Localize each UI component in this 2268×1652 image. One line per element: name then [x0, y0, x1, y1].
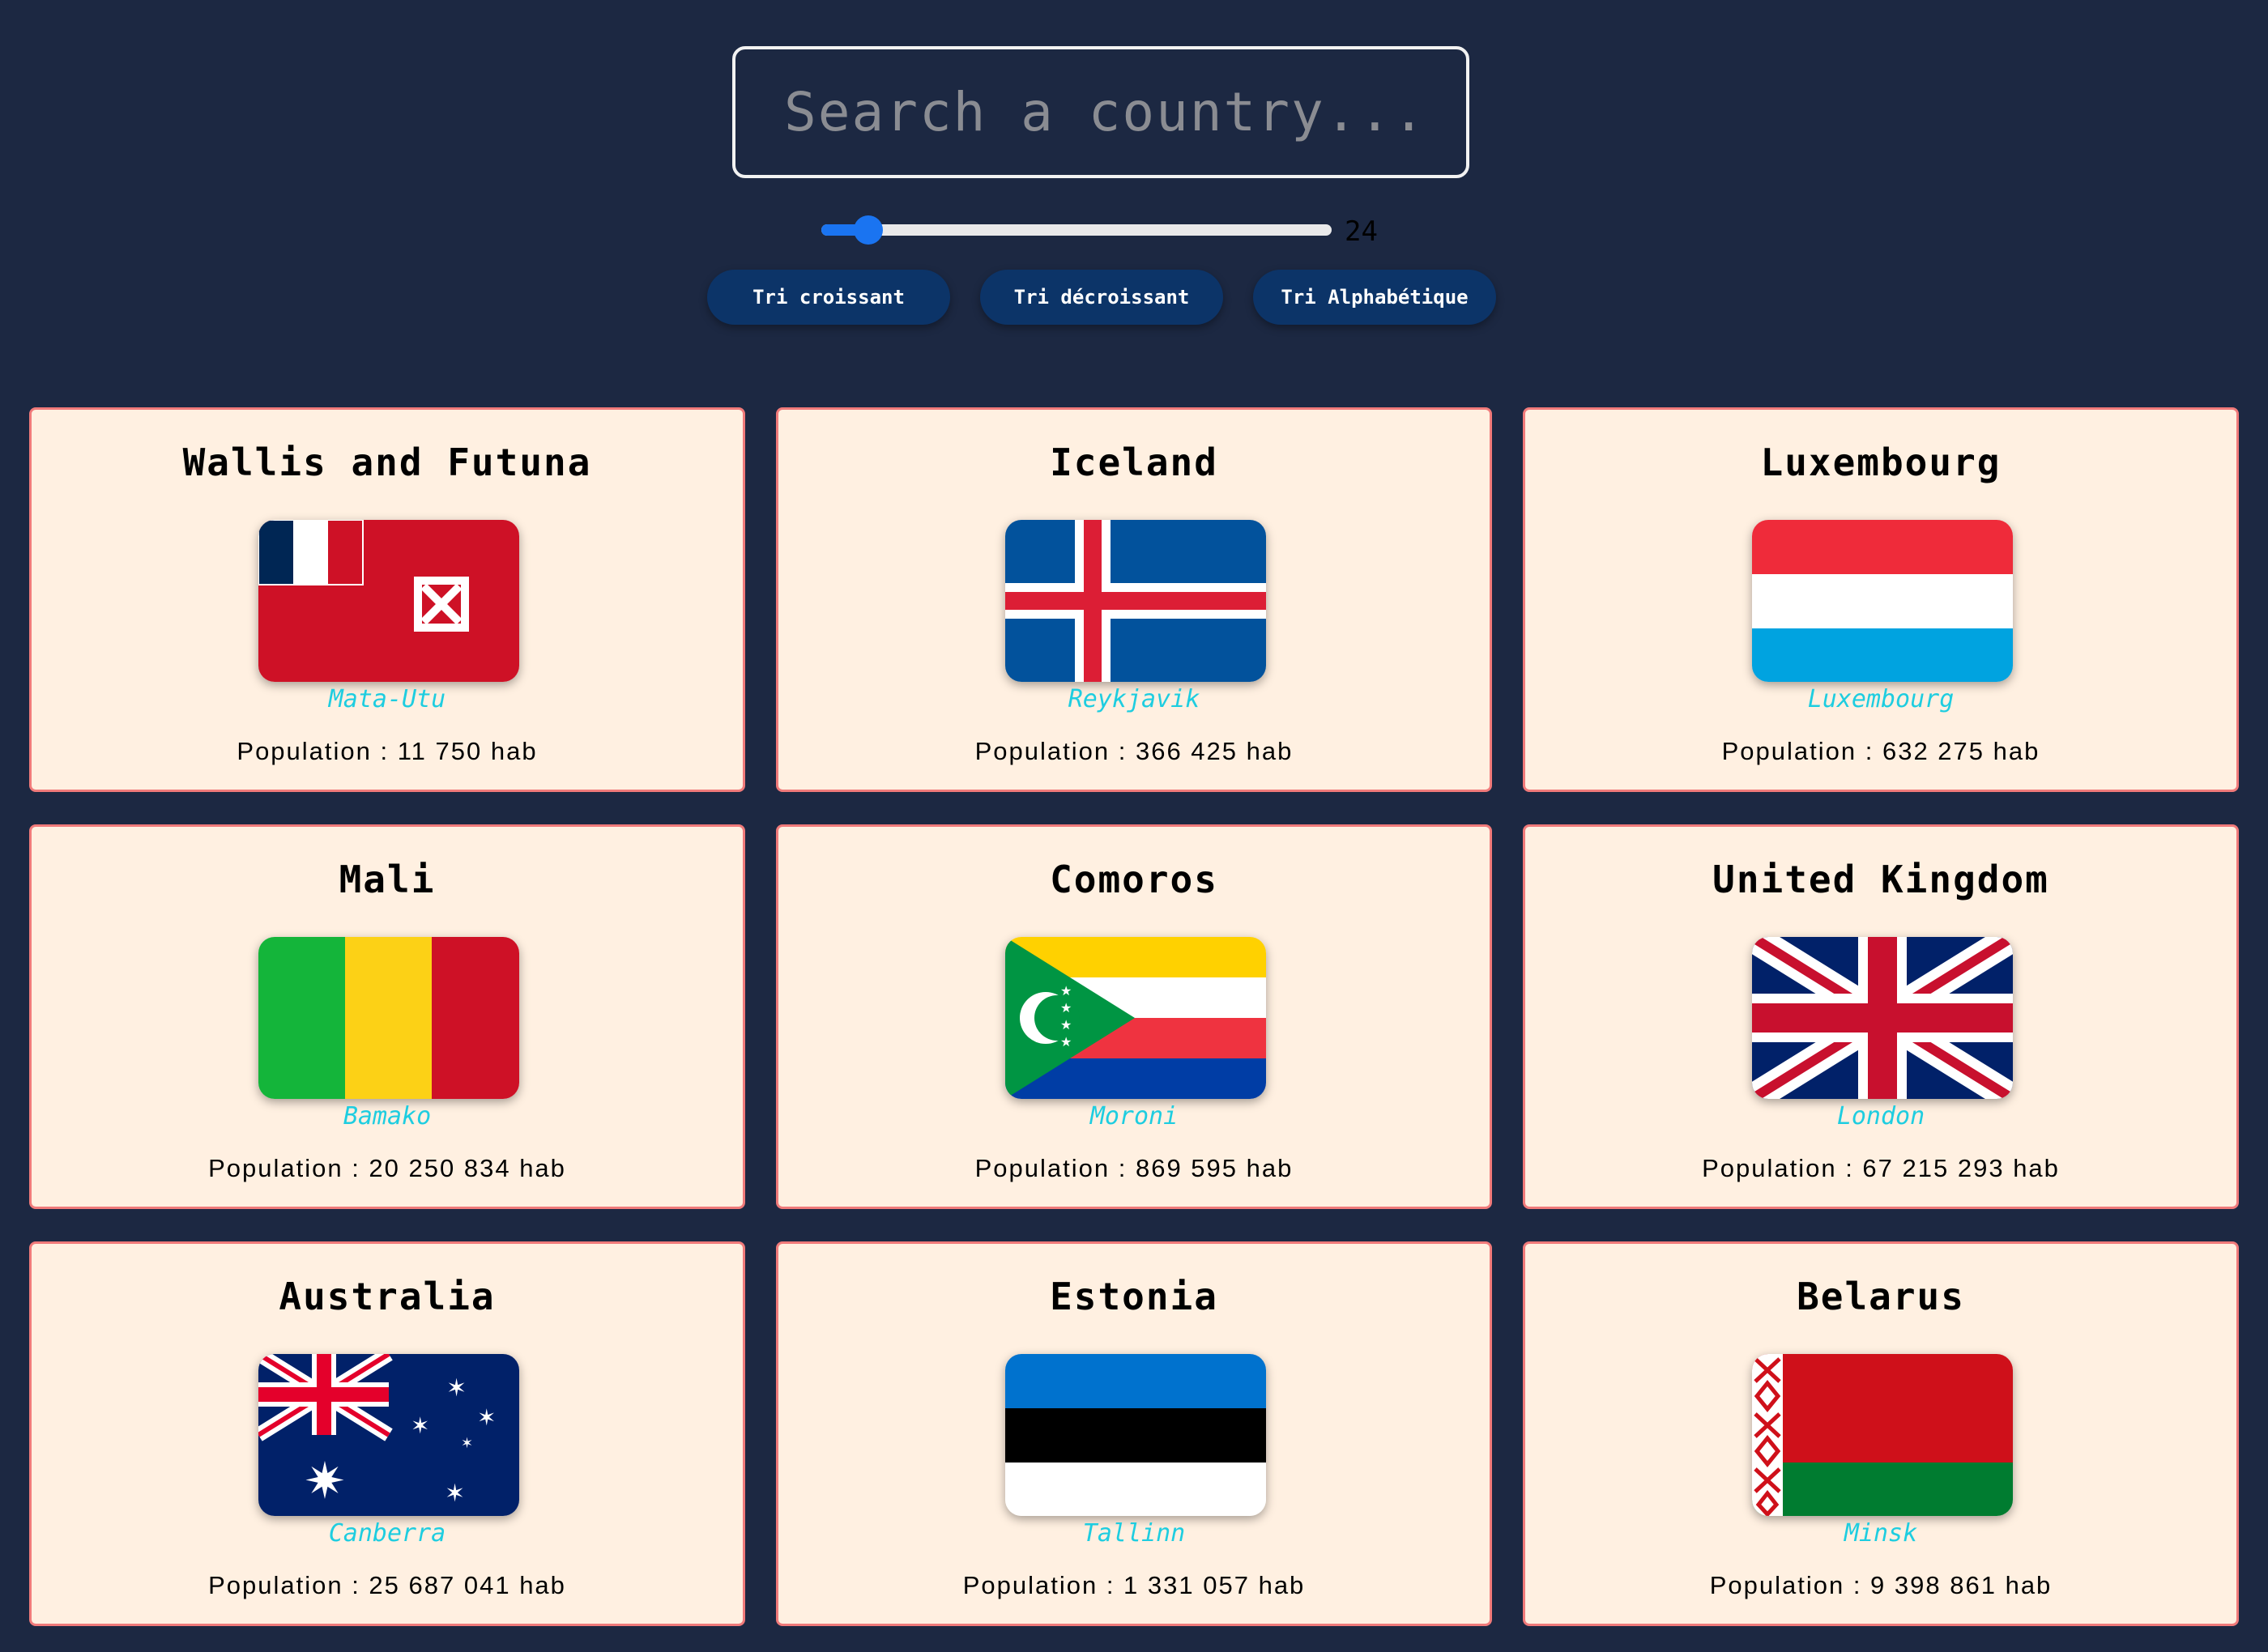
svg-text:✶: ✶ — [411, 1412, 429, 1439]
country-grid: Wallis and Futuna Mata-Utu Population : … — [29, 407, 2239, 1626]
australia-flag-icon: ✷ ✶ ✶ ✶ ✶ ✶ — [258, 1354, 519, 1516]
svg-text:★: ★ — [1060, 983, 1072, 998]
svg-text:★: ★ — [1060, 1034, 1072, 1050]
population-text: Population : 1 331 057 hab — [962, 1571, 1306, 1599]
mali-flag-icon — [258, 937, 519, 1099]
sort-buttons: Tri croissant Tri décroissant Tri Alphab… — [707, 270, 1496, 325]
slider-thumb[interactable] — [855, 217, 881, 243]
population-text: Population : 9 398 861 hab — [1709, 1571, 2053, 1599]
capital-name: London — [1836, 1102, 1925, 1130]
capital-name: Tallinn — [1082, 1519, 1186, 1548]
svg-text:✶: ✶ — [446, 1374, 467, 1403]
population-text: Population : 11 750 hab — [237, 737, 538, 765]
population-text: Population : 25 687 041 hab — [208, 1571, 566, 1599]
country-name: Wallis and Futuna — [182, 441, 592, 484]
country-name: United Kingdom — [1712, 858, 2049, 901]
united-kingdom-flag-icon — [1752, 937, 2013, 1099]
luxembourg-flag-icon — [1752, 520, 2013, 682]
svg-text:✶: ✶ — [461, 1435, 473, 1452]
capital-name: Moroni — [1089, 1102, 1179, 1130]
sort-descending-button[interactable]: Tri décroissant — [980, 270, 1223, 325]
population-text: Population : 632 275 hab — [1721, 737, 2040, 765]
country-card-united-kingdom[interactable]: United Kingdom London Population : 67 21… — [1523, 824, 2239, 1209]
country-name: Mali — [339, 858, 436, 901]
capital-name: Canberra — [328, 1519, 446, 1548]
svg-text:✷: ✷ — [304, 1451, 346, 1510]
slider-track[interactable] — [821, 224, 1332, 236]
svg-text:★: ★ — [1060, 1000, 1072, 1015]
capital-name: Mata-Utu — [328, 685, 446, 713]
country-card-wallis-and-futuna[interactable]: Wallis and Futuna Mata-Utu Population : … — [29, 407, 745, 792]
svg-text:★: ★ — [1060, 1017, 1072, 1032]
population-text: Population : 67 215 293 hab — [1702, 1154, 2060, 1182]
country-card-estonia[interactable]: Estonia Tallinn Population : 1 331 057 h… — [776, 1241, 1492, 1626]
capital-name: Reykjavik — [1068, 685, 1200, 713]
country-name: Luxembourg — [1760, 441, 2002, 484]
country-card-australia[interactable]: Australia ✷ ✶ ✶ ✶ ✶ ✶ Canberra Populatio… — [29, 1241, 745, 1626]
country-name: Belarus — [1797, 1275, 1965, 1318]
slider-value: 24 — [1345, 215, 1378, 248]
country-card-luxembourg[interactable]: Luxembourg Luxembourg Population : 632 2… — [1523, 407, 2239, 792]
country-card-comoros[interactable]: Comoros ★ ★ ★ ★ Moroni Population : 869 … — [776, 824, 1492, 1209]
capital-name: Minsk — [1844, 1519, 1918, 1548]
country-name: Australia — [279, 1275, 496, 1318]
wallis-futuna-flag-icon — [258, 520, 519, 682]
belarus-flag-icon — [1752, 1354, 2013, 1516]
population-text: Population : 869 595 hab — [974, 1154, 1294, 1182]
country-name: Estonia — [1050, 1275, 1218, 1318]
svg-text:✶: ✶ — [445, 1480, 465, 1508]
sort-alphabetical-button[interactable]: Tri Alphabétique — [1253, 270, 1496, 325]
estonia-flag-icon — [1005, 1354, 1266, 1516]
svg-text:✶: ✶ — [477, 1404, 496, 1431]
controls-header: 24 Tri croissant Tri décroissant Tri Alp… — [0, 0, 2268, 373]
population-count-slider[interactable] — [821, 217, 1332, 243]
population-text: Population : 20 250 834 hab — [208, 1154, 566, 1182]
population-text: Population : 366 425 hab — [974, 737, 1294, 765]
country-card-iceland[interactable]: Iceland Reykjavik Population : 366 425 h… — [776, 407, 1492, 792]
capital-name: Bamako — [343, 1102, 432, 1130]
country-name: Comoros — [1050, 858, 1218, 901]
country-card-mali[interactable]: Mali Bamako Population : 20 250 834 hab — [29, 824, 745, 1209]
search-box[interactable] — [732, 46, 1469, 178]
country-name: Iceland — [1050, 441, 1218, 484]
search-input[interactable] — [782, 80, 1466, 144]
comoros-flag-icon: ★ ★ ★ ★ — [1005, 937, 1266, 1099]
iceland-flag-icon — [1005, 520, 1266, 682]
capital-name: Luxembourg — [1807, 685, 1955, 713]
sort-ascending-button[interactable]: Tri croissant — [707, 270, 950, 325]
country-card-belarus[interactable]: Belarus Minsk Population : 9 398 861 hab — [1523, 1241, 2239, 1626]
